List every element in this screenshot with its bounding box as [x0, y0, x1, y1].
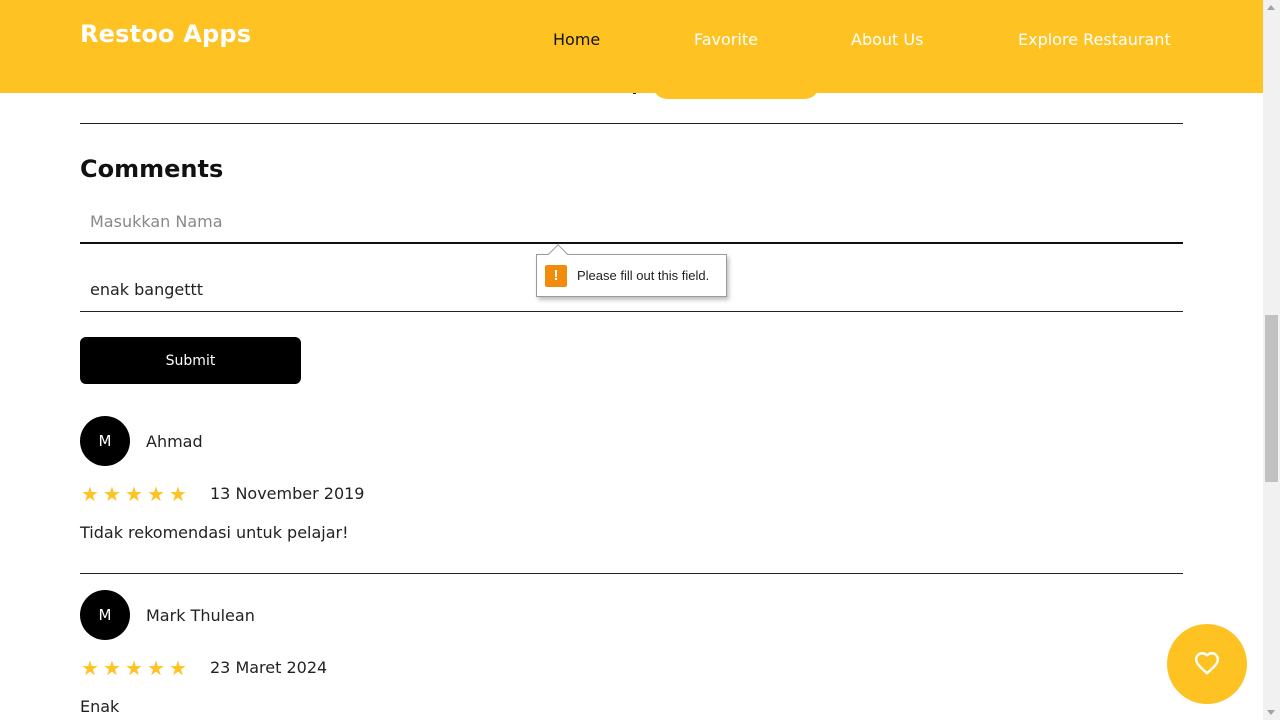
review-text: Enak: [80, 697, 120, 716]
top-navbar: Restoo Apps Home Favorite About Us Explo…: [0, 0, 1263, 93]
warning-icon: !: [545, 264, 567, 287]
star-icon: ★: [147, 482, 165, 506]
nav-favorite-link[interactable]: Favorite: [694, 30, 758, 49]
star-icon: ★: [103, 656, 121, 680]
page-viewport: Restoo Apps Home Favorite About Us Explo…: [0, 0, 1263, 720]
brand-logo[interactable]: Restoo Apps: [80, 20, 251, 48]
star-icon: ★: [81, 482, 99, 506]
tooltip-arrow: [548, 244, 568, 264]
validation-message: Please fill out this field.: [577, 268, 710, 283]
reviewer-name: Mark Thulean: [146, 606, 255, 625]
avatar: M: [80, 590, 130, 640]
name-input[interactable]: [80, 200, 1183, 244]
star-icon: ★: [169, 482, 187, 506]
reviewer-name: Ahmad: [146, 432, 203, 451]
scroll-down-icon[interactable]: [1267, 710, 1275, 715]
heart-outline-icon: [1194, 651, 1220, 678]
submit-button[interactable]: Submit: [80, 337, 301, 384]
vertical-scrollbar[interactable]: [1263, 0, 1280, 720]
nav-about-link[interactable]: About Us: [851, 30, 923, 49]
review-date: 13 November 2019: [210, 484, 365, 503]
review-date: 23 Maret 2024: [210, 658, 328, 677]
star-icon: ★: [125, 656, 143, 680]
favorite-fab-button[interactable]: [1167, 624, 1247, 704]
star-icon: ★: [169, 656, 187, 680]
star-icon: ★: [81, 656, 99, 680]
star-icon: ★: [103, 482, 121, 506]
scroll-up-icon[interactable]: [1267, 5, 1275, 10]
star-icon: ★: [125, 482, 143, 506]
star-rating: ★ ★ ★ ★ ★: [80, 658, 188, 678]
review-text: Tidak rekomendasi untuk pelajar!: [80, 523, 349, 542]
scrollbar-thumb[interactable]: [1265, 315, 1278, 482]
star-icon: ★: [147, 656, 165, 680]
validation-tooltip: ! Please fill out this field.: [536, 244, 727, 297]
avatar: M: [80, 416, 130, 466]
comments-heading: Comments: [80, 155, 224, 183]
nav-home-link[interactable]: Home: [553, 30, 600, 49]
section-divider: [80, 123, 1183, 124]
review-divider: [80, 573, 1183, 574]
star-rating: ★ ★ ★ ★ ★: [80, 484, 188, 504]
nav-explore-link[interactable]: Explore Restaurant: [1018, 30, 1171, 49]
